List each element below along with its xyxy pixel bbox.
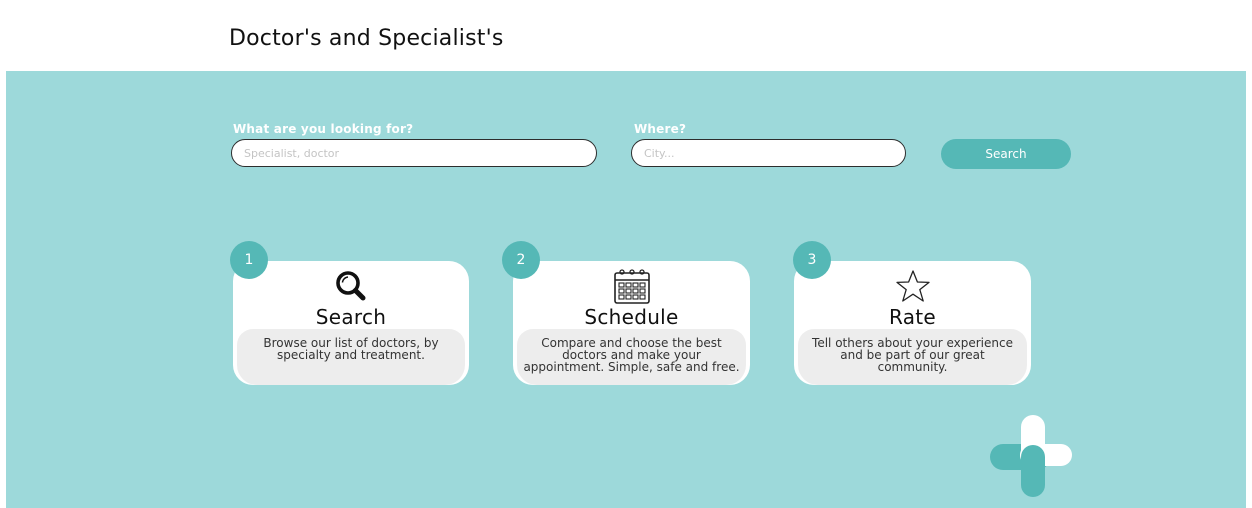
step-2-description: Compare and choose the best doctors and … <box>523 336 740 374</box>
step-card-rate: Rate Tell others about your experience a… <box>794 261 1031 385</box>
hero-section: What are you looking for? Where? Search … <box>6 71 1246 508</box>
what-label: What are you looking for? <box>233 122 414 136</box>
step-2-badge: 2 <box>502 241 540 279</box>
page-title: Doctor's and Specialist's <box>229 26 504 51</box>
step-1-description-box: Browse our list of doctors, by specialty… <box>237 329 465 385</box>
medical-cross-logo <box>990 415 1072 497</box>
star-icon <box>893 267 933 307</box>
where-label: Where? <box>634 122 687 136</box>
step-3-title: Rate <box>888 305 937 329</box>
step-3-description: Tell others about your experience and be… <box>812 336 1013 374</box>
calendar-icon <box>612 267 652 307</box>
magnifier-icon <box>331 267 371 307</box>
step-card-search: Search Browse our list of doctors, by sp… <box>233 261 469 385</box>
step-card-schedule: Schedule Compare and choose the best doc… <box>513 261 750 385</box>
step-1-title: Search <box>315 305 387 329</box>
step-2-description-box: Compare and choose the best doctors and … <box>517 329 746 385</box>
search-button[interactable]: Search <box>941 139 1071 169</box>
step-1-description: Browse our list of doctors, by specialty… <box>263 336 439 362</box>
step-1-badge: 1 <box>230 241 268 279</box>
what-search-input[interactable] <box>231 139 597 167</box>
step-3-badge: 3 <box>793 241 831 279</box>
step-2-title: Schedule <box>584 305 679 329</box>
where-city-input[interactable] <box>631 139 906 167</box>
step-3-description-box: Tell others about your experience and be… <box>798 329 1027 385</box>
